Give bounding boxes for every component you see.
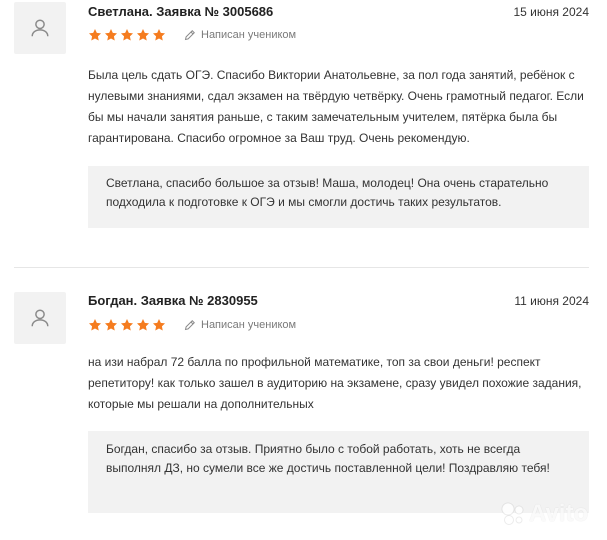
star-icon [136,319,150,331]
star-icon [104,319,118,331]
rating-stars [88,28,166,42]
pencil-icon [184,30,195,41]
review-text: на изи набрал 72 балла по профильной мат… [88,355,582,411]
tutor-reply: Светлана, спасибо большое за отзыв! Маша… [88,166,589,228]
review-date: 11 июня 2024 [514,294,589,308]
author-badge-label: Написан учеником [201,29,297,41]
avatar [14,2,66,54]
user-icon [31,19,49,37]
star-icon [136,29,150,41]
pencil-icon [184,320,195,331]
star-icon [104,29,118,41]
author-badge: Написан учеником [184,319,296,331]
star-icon [152,29,166,41]
review-title: Светлана. Заявка № 3005686 [88,4,274,19]
author-badge-label: Написан учеником [201,319,297,331]
avito-logo-icon [501,502,524,525]
review-date: 15 июня 2024 [513,5,589,19]
avito-watermark: Avito [500,500,588,528]
star-icon [120,29,134,41]
divider [14,267,589,268]
review-title: Богдан. Заявка № 2830955 [88,293,258,308]
rating-stars [88,318,166,332]
avatar [14,292,66,344]
author-badge: Написан учеником [184,29,296,41]
star-icon [88,29,102,41]
user-icon [31,309,49,327]
star-icon [152,319,166,331]
star-icon [88,319,102,331]
star-icon [120,319,134,331]
avito-wordmark: Avito [529,500,589,527]
review-text: Была цель сдать ОГЭ. Спасибо Виктории Ан… [88,68,584,145]
